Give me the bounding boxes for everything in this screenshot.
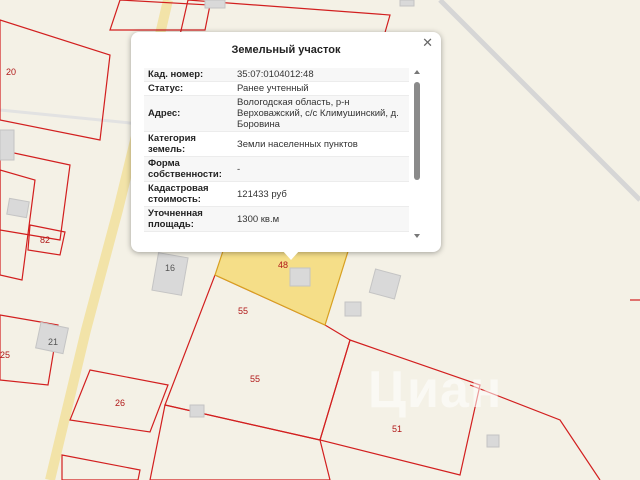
- plot-number: 21: [48, 337, 58, 347]
- info-value: Ранее учтенный: [237, 83, 309, 94]
- popup-pointer: [282, 250, 300, 260]
- plot-number: 25: [0, 350, 10, 360]
- info-value: Земли населенных пунктов: [237, 138, 358, 150]
- plot-number: 16: [165, 263, 175, 273]
- info-value: 1300 кв.м: [237, 213, 280, 225]
- plot-number: 55: [250, 374, 260, 384]
- plot-number: 51: [392, 424, 402, 434]
- info-row-address: Адрес: Вологодская область, р-н Верховаж…: [144, 96, 409, 132]
- scroll-up-arrow-icon[interactable]: [414, 70, 420, 74]
- info-value: -: [237, 163, 241, 175]
- close-icon[interactable]: ✕: [422, 36, 433, 50]
- plot-number: 82: [40, 235, 50, 245]
- info-row-land-category: Категория земель: Земли населенных пункт…: [144, 132, 409, 157]
- info-value: Вологодская область, р-н Верховажский, с…: [237, 97, 399, 130]
- info-value: 35:07:0104012:48: [237, 69, 314, 80]
- plot-number: 48: [278, 260, 288, 270]
- info-key: Адрес:: [148, 108, 181, 119]
- info-row-area: Уточненная площадь: 1300 кв.м: [144, 207, 409, 232]
- info-key: Уточненная площадь:: [148, 208, 203, 230]
- info-key: Форма собственности:: [148, 158, 222, 180]
- info-key: Категория земель:: [148, 133, 196, 155]
- info-row-cadastral-number: Кад. номер: 35:07:0104012:48: [144, 68, 409, 82]
- plot-number: 55: [238, 306, 248, 316]
- scroll-down-arrow-icon[interactable]: [414, 234, 420, 238]
- plot-number: 20: [6, 67, 16, 77]
- info-key: Статус:: [148, 83, 184, 94]
- scrollbar-thumb[interactable]: [414, 82, 420, 180]
- info-value: 121433 руб: [237, 188, 287, 200]
- info-key: Кадастровая стоимость:: [148, 183, 209, 205]
- info-row-cadastral-value: Кадастровая стоимость: 121433 руб: [144, 182, 409, 207]
- parcel-info-table: Кад. номер: 35:07:0104012:48 Статус: Ран…: [144, 68, 409, 240]
- popup-scrollbar[interactable]: [414, 70, 420, 238]
- plot-number: 26: [115, 398, 125, 408]
- info-row-ownership-form: Форма собственности: -: [144, 157, 409, 182]
- parcel-info-popup: Земельный участок ✕ Кад. номер: 35:07:01…: [131, 32, 441, 252]
- popup-title: Земельный участок: [231, 44, 341, 56]
- watermark: Циан: [368, 361, 503, 419]
- info-key: Кад. номер:: [148, 69, 204, 80]
- info-row-status: Статус: Ранее учтенный: [144, 82, 409, 96]
